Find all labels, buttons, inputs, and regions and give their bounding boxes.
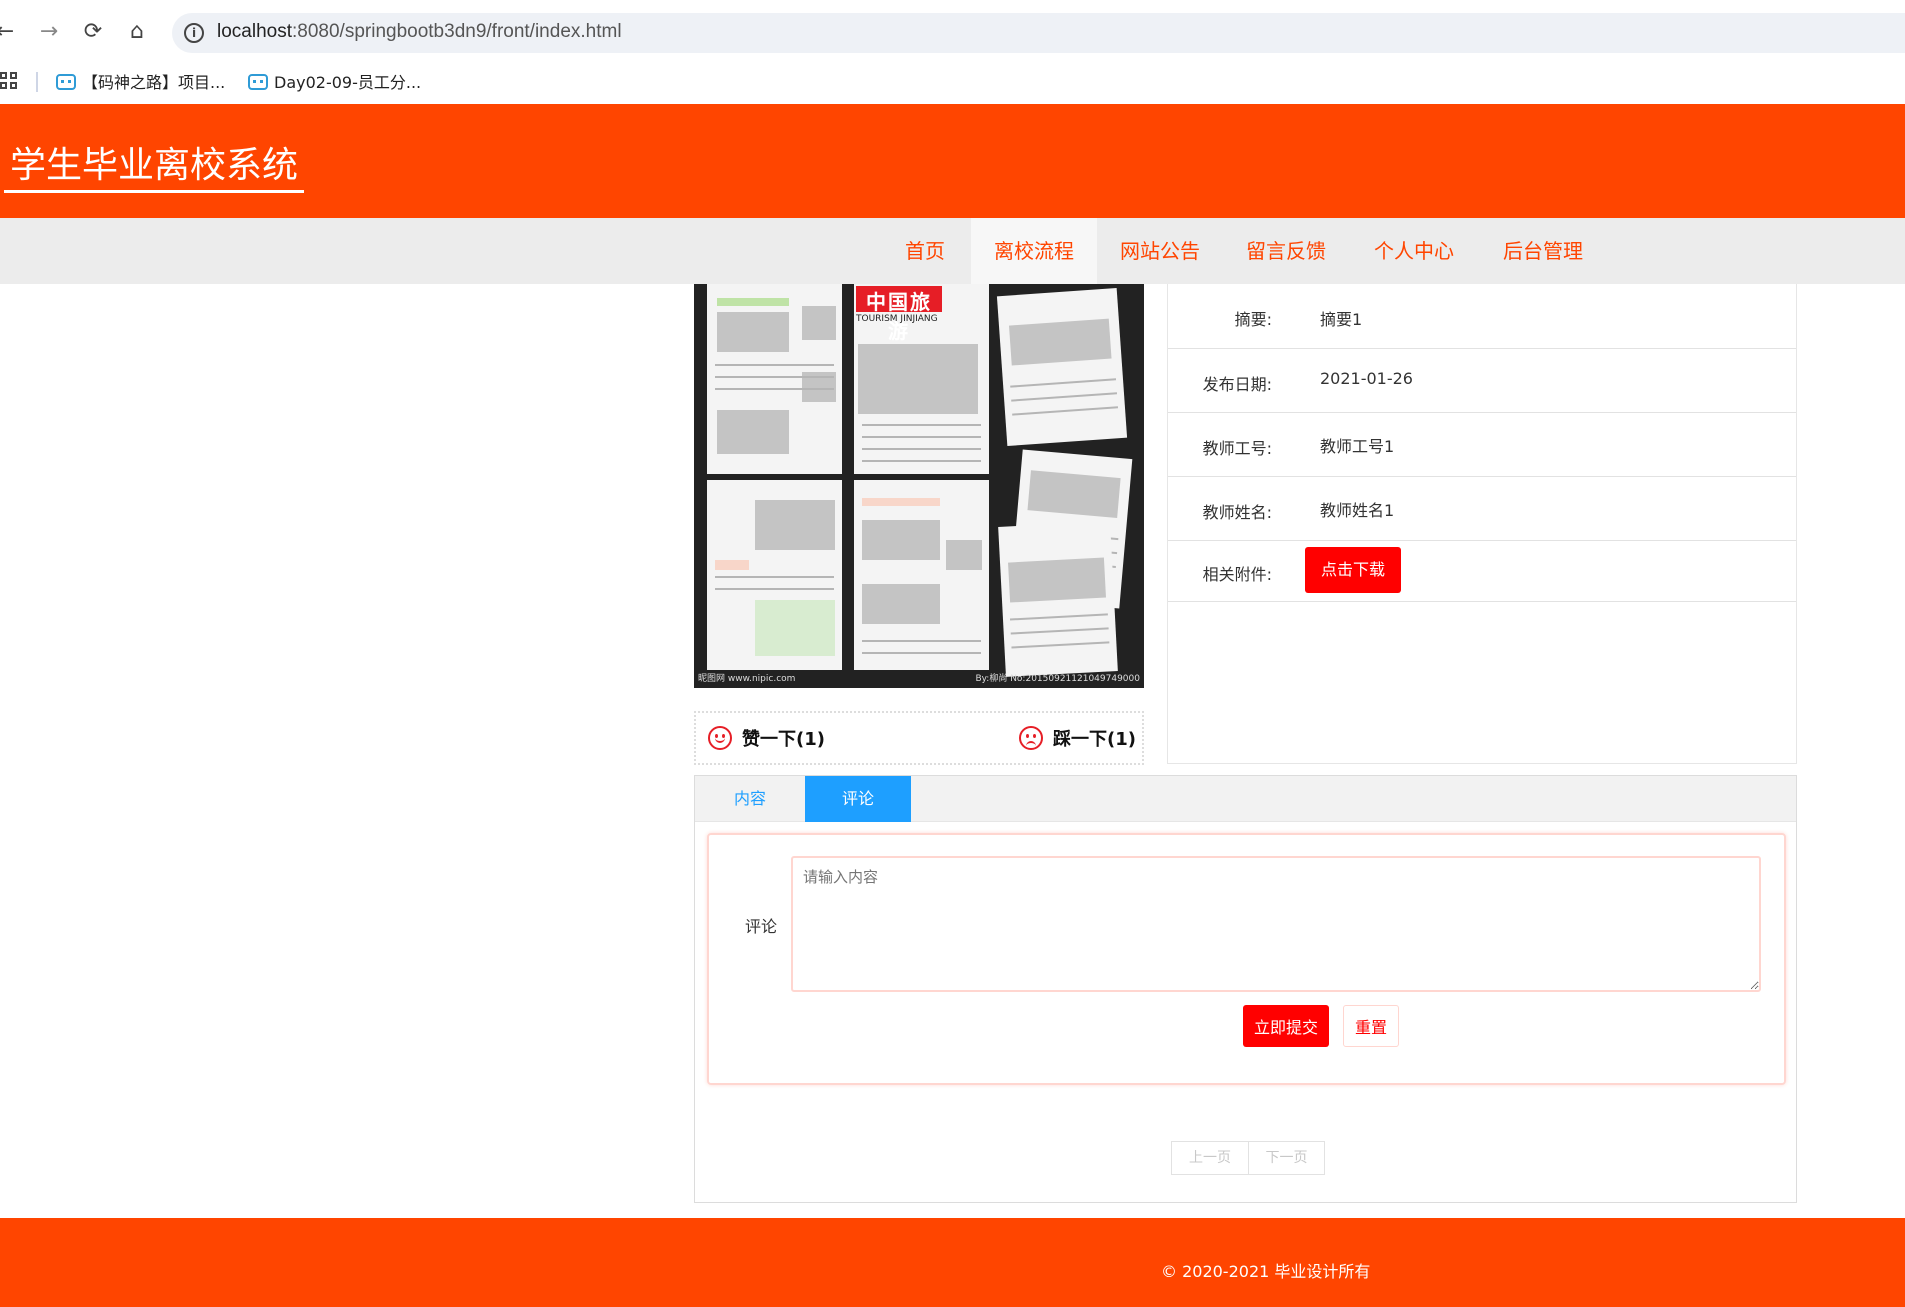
teacher-name-label: 教师姓名:: [1202, 503, 1272, 522]
forward-icon[interactable]: →: [34, 17, 64, 47]
nav-announcements[interactable]: 网站公告: [1107, 218, 1213, 284]
address-bar[interactable]: i localhost:8080/springbootb3dn9/front/i…: [172, 13, 1905, 53]
reset-button[interactable]: 重置: [1343, 1005, 1399, 1047]
detail-row-summary: 摘要: 摘要1: [1168, 284, 1796, 349]
tourism-subtitle: TOURISM JINJIANG: [856, 314, 938, 324]
home-icon[interactable]: ⌂: [122, 17, 152, 47]
bookmarks-bar: 【码神之路】项目... Day02-09-员工分...: [0, 66, 1905, 104]
bookmark-item[interactable]: 【码神之路】项目...: [56, 69, 225, 95]
download-button[interactable]: 点击下载: [1305, 547, 1401, 593]
teacher-id-label: 教师工号:: [1202, 439, 1272, 458]
detail-row-teacher-name: 教师姓名: 教师姓名1: [1168, 477, 1796, 541]
frown-icon: [1019, 726, 1043, 750]
smile-icon: [708, 726, 732, 750]
newspaper-page: [707, 284, 842, 474]
url-path: :8080/springbootb3dn9/front/index.html: [292, 21, 622, 42]
main-nav: 首页 离校流程 网站公告 留言反馈 个人中心 后台管理: [0, 218, 1905, 284]
bookmark-item[interactable]: Day02-09-员工分...: [248, 69, 421, 95]
next-page-button[interactable]: 下一页: [1248, 1142, 1324, 1174]
site-footer: © 2020-2021 毕业设计所有: [0, 1218, 1905, 1307]
summary-label: 摘要:: [1234, 310, 1272, 329]
newspaper-page: [996, 287, 1128, 447]
comment-form: 评论 立即提交 重置: [707, 833, 1786, 1085]
teacher-id-value: 教师工号1: [1320, 437, 1395, 456]
newspaper-page: [998, 521, 1118, 677]
date-value: 2021-01-26: [1320, 369, 1413, 388]
site-info-icon[interactable]: i: [184, 23, 204, 43]
pagination: 上一页 下一页: [1171, 1141, 1325, 1175]
site-title[interactable]: 学生毕业离校系统: [4, 136, 305, 193]
comment-input[interactable]: [791, 856, 1761, 992]
nav-home[interactable]: 首页: [889, 218, 961, 284]
apps-grid-icon[interactable]: [0, 72, 18, 90]
bilibili-icon: [248, 74, 268, 90]
tab-content[interactable]: 内容: [695, 776, 805, 822]
newspaper-page: 中国旅游 TOURISM JINJIANG: [854, 284, 989, 474]
watermark-left: 昵图网 www.nipic.com: [698, 674, 796, 684]
tab-comment[interactable]: 评论: [805, 776, 911, 822]
nav-profile[interactable]: 个人中心: [1361, 218, 1467, 284]
browser-toolbar: ← → ⟳ ⌂ i localhost:8080/springbootb3dn9…: [0, 0, 1905, 66]
tourism-logo: 中国旅游: [856, 286, 942, 343]
comment-label: 评论: [745, 917, 778, 936]
site-header: 学生毕业离校系统: [0, 104, 1905, 218]
bookmark-separator: [36, 72, 38, 92]
reload-icon[interactable]: ⟳: [78, 17, 108, 47]
url-host: localhost: [217, 21, 292, 42]
bookmark-label: 【码神之路】项目...: [82, 73, 226, 92]
url-text[interactable]: localhost:8080/springbootb3dn9/front/ind…: [217, 21, 622, 43]
detail-row-date: 发布日期: 2021-01-26: [1168, 349, 1796, 413]
nav-graduation-process[interactable]: 离校流程: [971, 218, 1097, 284]
like-button[interactable]: 赞一下(1): [708, 725, 825, 751]
watermark-right: By:柳尚 No:20150921121049749000: [975, 674, 1140, 684]
dislike-button[interactable]: 踩一下(1): [1019, 725, 1136, 751]
newspaper-page: [707, 480, 842, 670]
back-icon[interactable]: ←: [0, 17, 20, 47]
like-label: 赞一下(1): [742, 729, 825, 750]
dislike-label: 踩一下(1): [1053, 729, 1136, 750]
detail-row-attachment: 相关附件: 点击下载: [1168, 541, 1796, 602]
bilibili-icon: [56, 74, 76, 90]
newspaper-page: [854, 480, 989, 670]
nav-admin[interactable]: 后台管理: [1490, 218, 1596, 284]
bookmark-label: Day02-09-员工分...: [274, 73, 422, 92]
prev-page-button[interactable]: 上一页: [1172, 1142, 1248, 1174]
date-label: 发布日期:: [1202, 375, 1272, 394]
submit-button[interactable]: 立即提交: [1243, 1005, 1329, 1047]
copyright-text: © 2020-2021 毕业设计所有: [1161, 1262, 1371, 1281]
vote-bar: 赞一下(1) 踩一下(1): [694, 711, 1144, 765]
nav-feedback[interactable]: 留言反馈: [1233, 218, 1339, 284]
detail-table: 摘要: 摘要1 发布日期: 2021-01-26 教师工号: 教师工号1 教师姓…: [1167, 284, 1797, 764]
attachment-label: 相关附件:: [1202, 565, 1272, 584]
article-image: 中国旅游 TOURISM JINJIANG 昵图网 www.nipic.com …: [694, 284, 1144, 688]
summary-value: 摘要1: [1320, 310, 1363, 329]
tab-bar: 内容 评论: [695, 776, 1796, 822]
detail-row-teacher-id: 教师工号: 教师工号1: [1168, 413, 1796, 477]
tabs-panel: 内容 评论 评论 立即提交 重置 上一页 下一页: [694, 775, 1797, 1203]
teacher-name-value: 教师姓名1: [1320, 501, 1395, 520]
